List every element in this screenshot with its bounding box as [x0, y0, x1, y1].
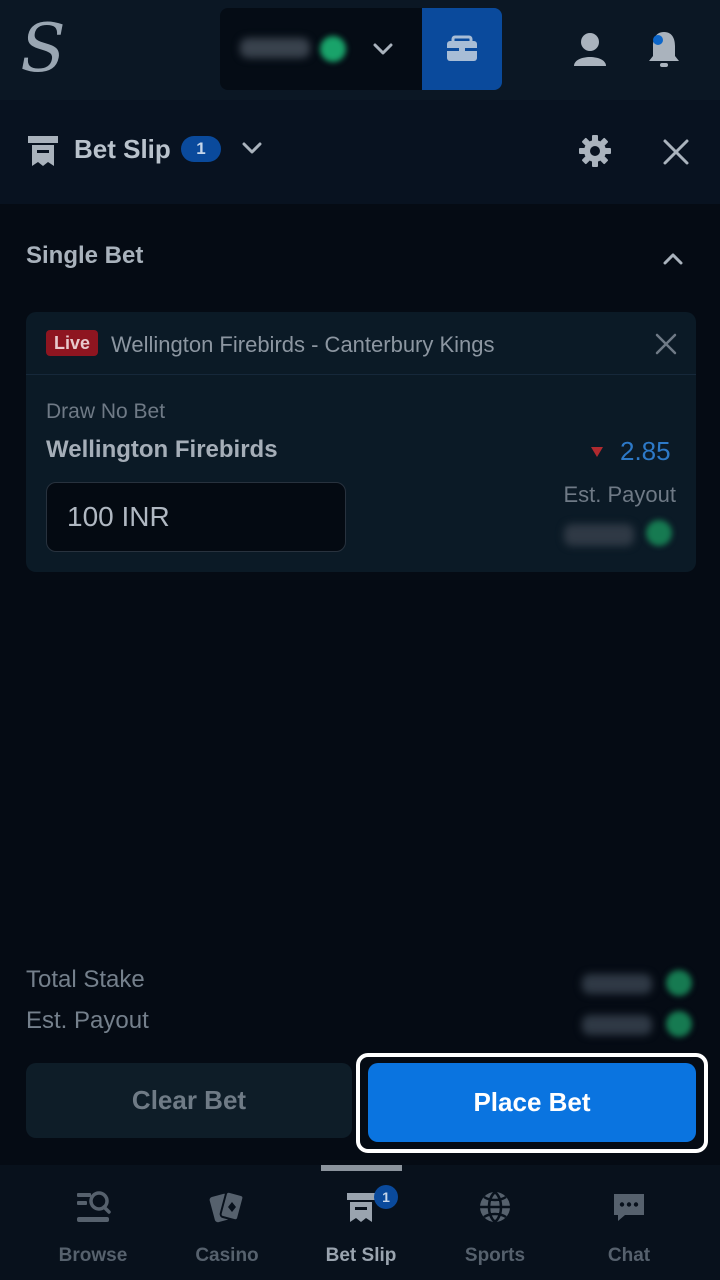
- est-payout-label: Est. Payout: [563, 482, 676, 507]
- wallet-icon: [447, 35, 477, 61]
- wallet-button[interactable]: [422, 8, 502, 90]
- currency-coin-icon: [320, 36, 346, 62]
- total-stake-label: Total Stake: [26, 966, 145, 993]
- browse-icon: [77, 1191, 111, 1222]
- est-payout-amount-hidden: [564, 524, 634, 546]
- bet-card-header: Live Wellington Firebirds - Canterbury K…: [26, 312, 696, 375]
- live-badge: Live: [46, 330, 98, 356]
- chevron-down-icon[interactable]: [368, 34, 398, 64]
- currency-coin-icon: [666, 970, 692, 996]
- est-payout-row: Est. Payout: [26, 1007, 696, 1041]
- nav-browse[interactable]: Browse: [26, 1189, 160, 1273]
- remove-bet-close-icon[interactable]: [654, 332, 678, 356]
- single-bet-title: Single Bet: [26, 242, 144, 269]
- stake-input[interactable]: 100 INR: [46, 482, 346, 552]
- bell-icon[interactable]: [644, 28, 684, 70]
- nav-label: Browse: [58, 1245, 128, 1266]
- bet-slip-title: Bet Slip: [74, 134, 171, 164]
- close-icon[interactable]: [662, 138, 690, 166]
- market-name: Draw No Bet: [46, 400, 166, 423]
- nav-sports[interactable]: Sports: [428, 1189, 562, 1273]
- chevron-up-icon[interactable]: [658, 244, 688, 274]
- nav-casino[interactable]: Casino: [160, 1189, 294, 1273]
- nav-label: Sports: [464, 1245, 526, 1266]
- gear-icon[interactable]: [578, 134, 612, 168]
- balance-amount-hidden: [240, 38, 310, 58]
- currency-coin-icon: [666, 1011, 692, 1037]
- nav-label: Casino: [195, 1245, 259, 1266]
- total-stake-row: Total Stake: [26, 966, 696, 1000]
- bottom-navigation: Browse Casino 1 Bet Slip Sports Chat: [0, 1165, 720, 1280]
- odds-down-arrow-icon: [591, 447, 603, 457]
- user-icon[interactable]: [570, 30, 610, 70]
- nav-label: Bet Slip: [325, 1245, 397, 1266]
- nav-label: Chat: [607, 1245, 651, 1266]
- nav-chat[interactable]: Chat: [562, 1189, 696, 1273]
- receipt-icon: [28, 136, 58, 166]
- casino-icon: [209, 1190, 245, 1223]
- bet-card: Live Wellington Firebirds - Canterbury K…: [26, 312, 696, 572]
- active-tab-indicator: [321, 1165, 402, 1171]
- bet-slip-header: Bet Slip 1: [0, 100, 720, 204]
- nav-bet-slip[interactable]: 1 Bet Slip: [294, 1185, 428, 1273]
- brand-logo[interactable]: S: [18, 12, 68, 86]
- total-est-payout-amount-hidden: [582, 1015, 652, 1035]
- currency-coin-icon: [646, 520, 672, 546]
- chat-icon: [614, 1194, 644, 1221]
- selection-name: Wellington Firebirds: [46, 436, 278, 463]
- nav-bet-count-badge: 1: [374, 1185, 398, 1209]
- place-bet-button[interactable]: Place Bet: [368, 1063, 696, 1142]
- chevron-down-icon[interactable]: [238, 134, 266, 162]
- odds-value: 2.85: [620, 436, 671, 466]
- sports-icon: [480, 1191, 510, 1223]
- bet-count-badge: 1: [181, 136, 221, 162]
- total-stake-amount-hidden: [582, 974, 652, 994]
- top-header: S: [0, 0, 720, 100]
- balance-selector[interactable]: [220, 8, 422, 90]
- match-name[interactable]: Wellington Firebirds - Canterbury Kings: [111, 332, 495, 358]
- clear-bet-button[interactable]: Clear Bet: [26, 1063, 352, 1138]
- total-est-payout-label: Est. Payout: [26, 1007, 149, 1034]
